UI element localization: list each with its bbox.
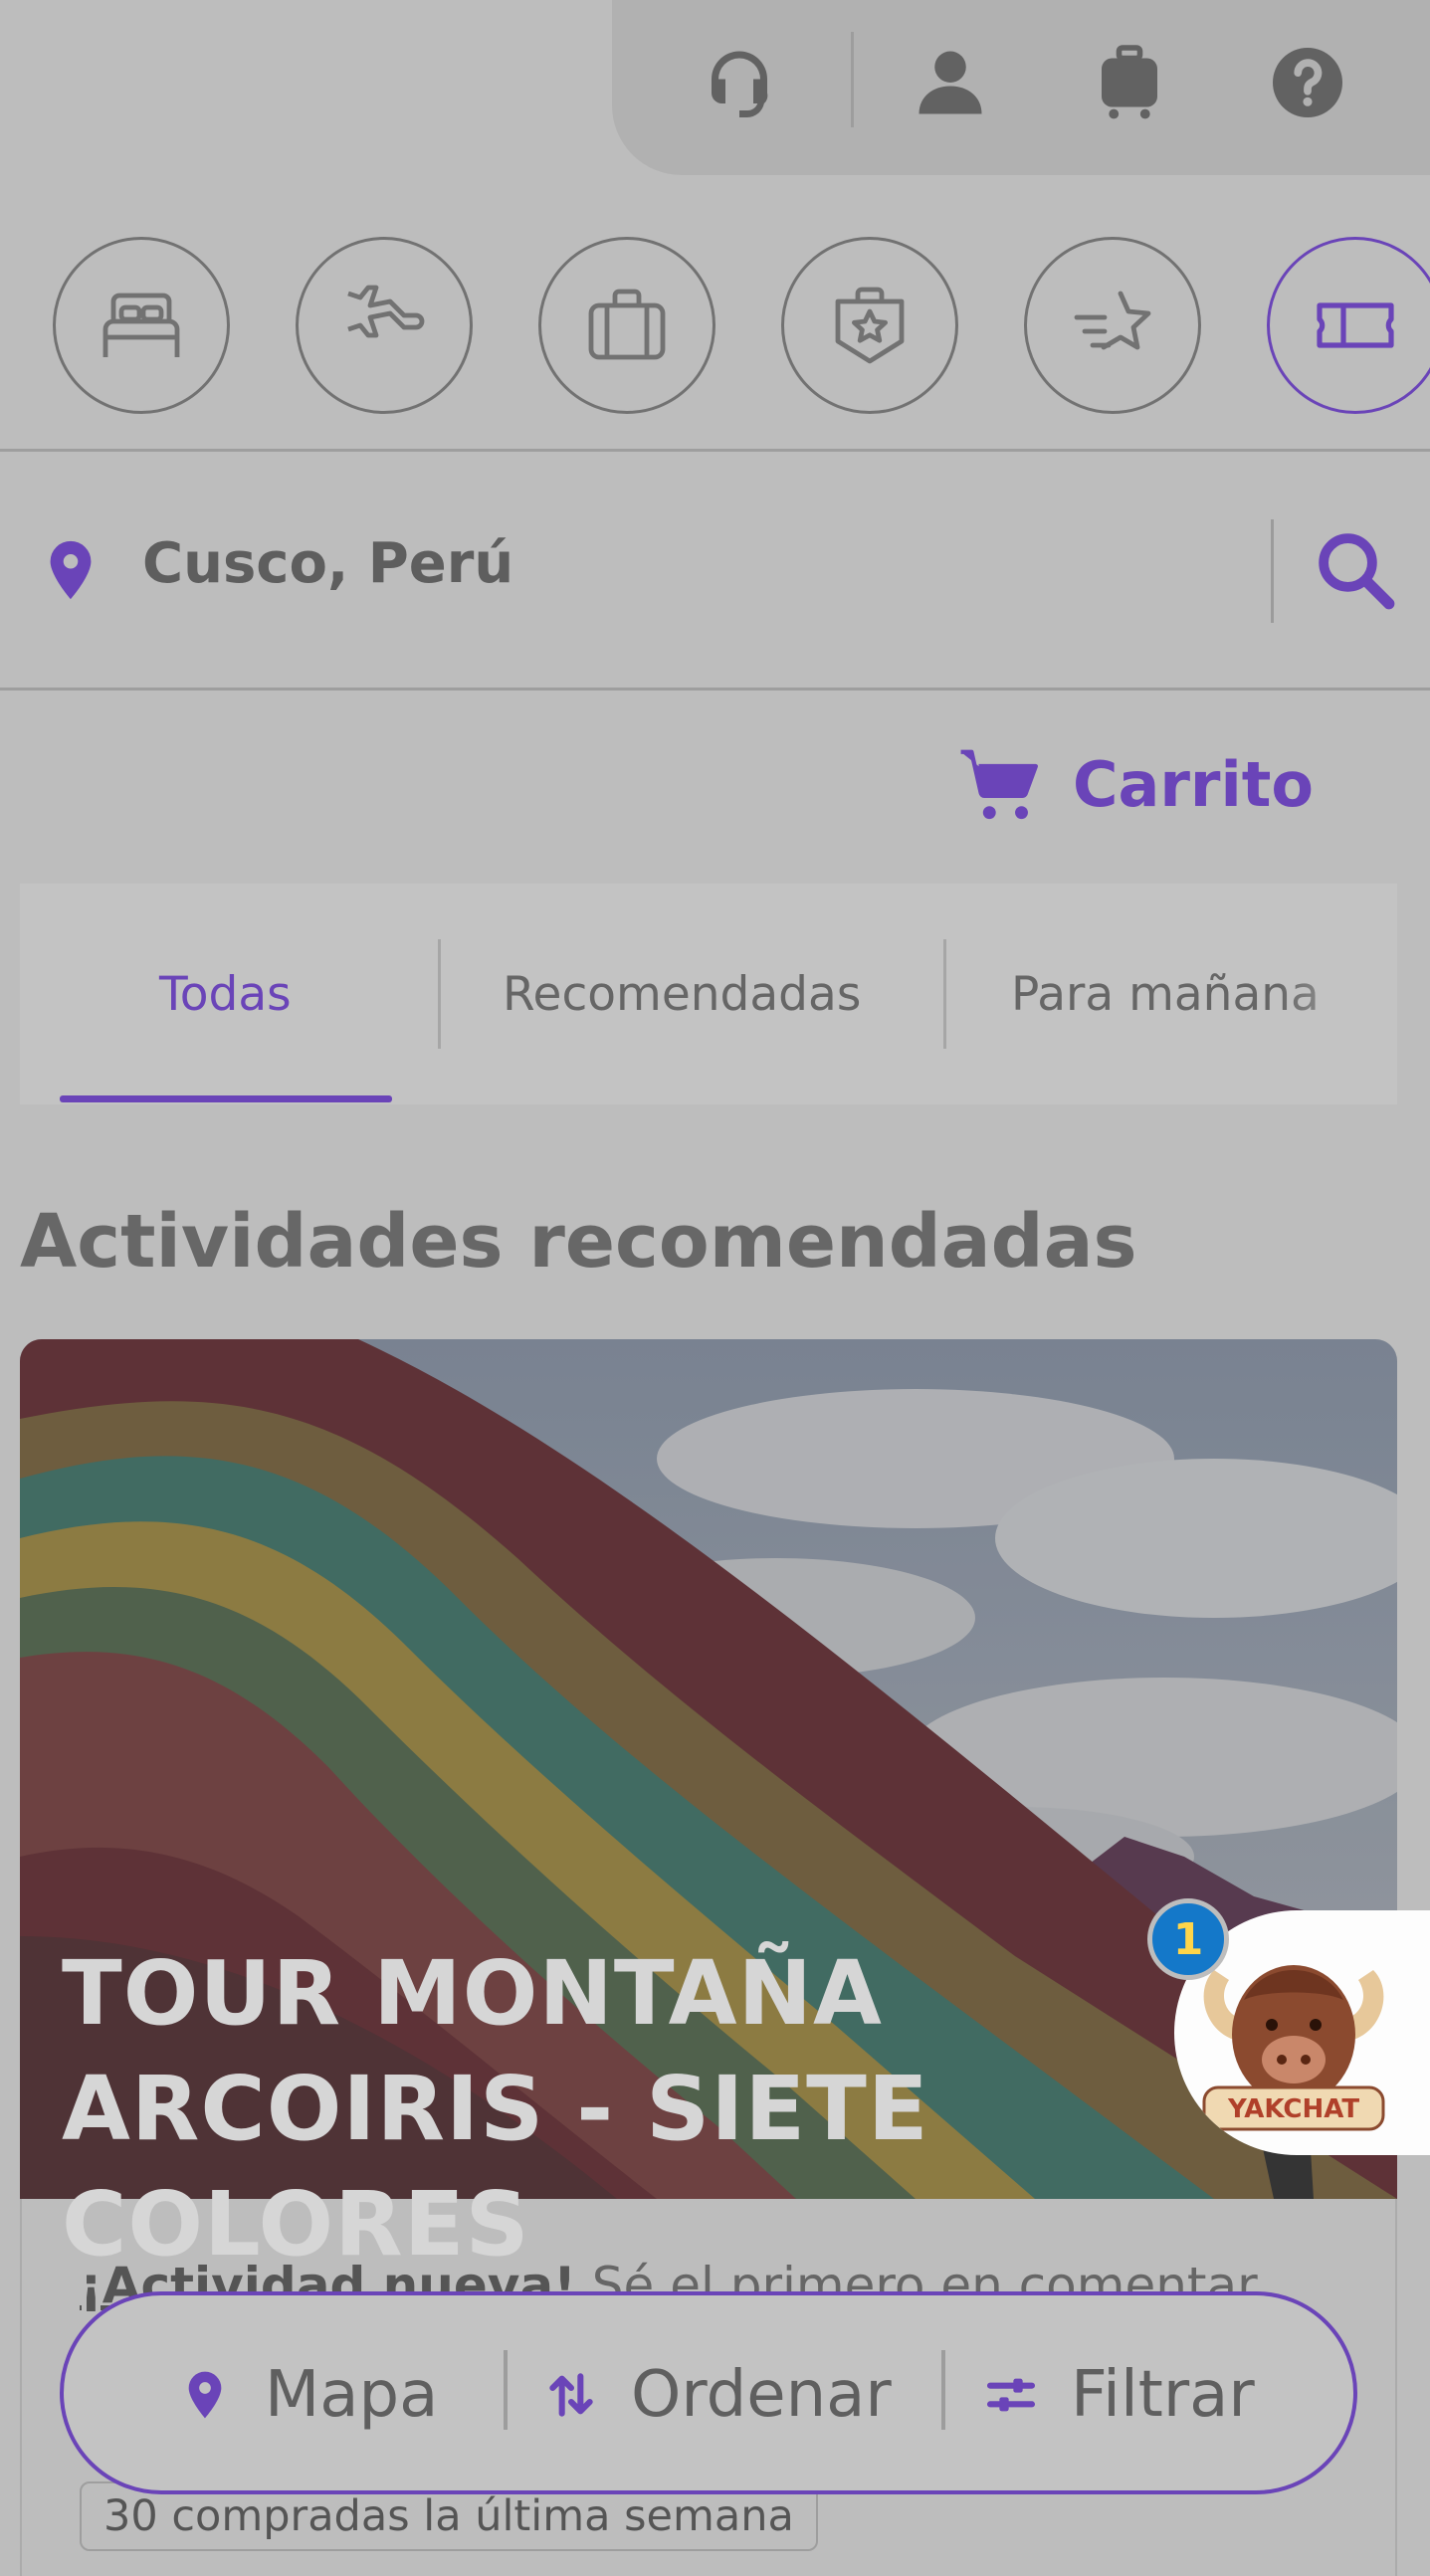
tabs-fade xyxy=(1278,884,1397,1104)
cart-button[interactable]: Carrito xyxy=(955,736,1314,832)
active-tab-indicator xyxy=(60,1095,392,1102)
section-title: Actividades recomendadas xyxy=(20,1199,1137,1285)
location-pin-icon xyxy=(188,2371,222,2419)
map-label: Mapa xyxy=(265,2358,439,2432)
category-activities[interactable] xyxy=(1267,237,1430,414)
filter-label: Filtrar xyxy=(1071,2358,1255,2432)
filter-button[interactable]: Filtrar xyxy=(983,2340,1255,2450)
help-icon[interactable] xyxy=(1263,38,1352,127)
user-icon[interactable] xyxy=(906,38,995,127)
filter-sliders-icon xyxy=(986,2378,1036,2412)
headset-icon[interactable] xyxy=(695,38,784,127)
search-location-text[interactable]: Cusco, Perú xyxy=(142,531,513,596)
tab-todas[interactable]: Todas xyxy=(159,884,292,1104)
ticket-icon xyxy=(1317,302,1394,348)
tab-recomendadas[interactable]: Recomendadas xyxy=(503,884,861,1104)
chat-notification-badge: 1 xyxy=(1147,1898,1229,1980)
tab-divider xyxy=(438,939,441,1049)
bed-icon xyxy=(102,293,180,357)
sort-button[interactable]: Ordenar xyxy=(543,2340,892,2450)
category-experiences[interactable] xyxy=(781,237,958,414)
category-packages[interactable] xyxy=(538,237,715,414)
badge-star-icon xyxy=(835,287,905,364)
star-speed-icon xyxy=(1074,291,1151,350)
top-bar-divider xyxy=(851,32,854,127)
activity-tabs: Todas Recomendadas Para mañana xyxy=(20,884,1397,1104)
luggage-icon[interactable] xyxy=(1085,38,1174,127)
activity-card-title: TOUR MONTAÑA ARCOIRIS - SIETE COLORES xyxy=(62,1941,929,2276)
search-divider xyxy=(1271,519,1274,623)
location-pin-icon xyxy=(50,540,92,600)
sort-arrows-icon xyxy=(549,2373,593,2417)
sort-label: Ordenar xyxy=(631,2358,892,2432)
category-flights[interactable] xyxy=(296,237,473,414)
cart-icon xyxy=(960,749,1038,820)
category-deals[interactable] xyxy=(1024,237,1201,414)
action-divider xyxy=(941,2350,945,2430)
tab-divider xyxy=(943,939,946,1049)
suitcase-icon xyxy=(588,289,666,360)
plane-icon xyxy=(347,285,425,338)
map-button[interactable]: Mapa xyxy=(177,2340,438,2450)
tab-para-manana[interactable]: Para mañana xyxy=(1011,884,1320,1104)
action-divider xyxy=(504,2350,508,2430)
category-hotels[interactable] xyxy=(53,237,230,414)
cart-label: Carrito xyxy=(1073,747,1314,821)
search-icon[interactable] xyxy=(1311,525,1400,615)
yakchat-logo-text: YAKCHAT xyxy=(1227,2094,1359,2124)
